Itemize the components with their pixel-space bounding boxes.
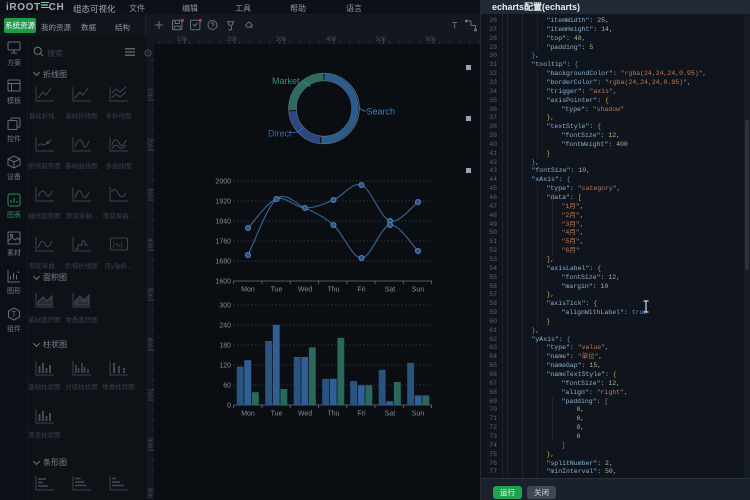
- svg-text:Thu: Thu: [327, 287, 339, 294]
- svg-text:1920: 1920: [215, 199, 231, 206]
- svg-text:300: 300: [276, 37, 287, 43]
- svg-text:T: T: [12, 310, 17, 319]
- svg-text:800: 800: [146, 438, 152, 449]
- svg-text:Search: Search: [367, 107, 396, 117]
- svg-text:Mon: Mon: [241, 411, 255, 418]
- svg-text:Sat: Sat: [385, 411, 396, 418]
- svg-text:Thu: Thu: [327, 411, 339, 418]
- svg-text:200: 200: [146, 138, 152, 149]
- svg-text:Sat: Sat: [385, 287, 396, 294]
- svg-text:Wed: Wed: [298, 287, 312, 294]
- svg-text:400: 400: [326, 37, 337, 43]
- svg-text:240: 240: [219, 323, 231, 330]
- svg-text:120: 120: [219, 363, 231, 370]
- svg-text:0: 0: [227, 403, 231, 410]
- svg-text:1600: 1600: [215, 279, 231, 286]
- svg-text:Fri: Fri: [357, 411, 366, 418]
- svg-text:200: 200: [227, 37, 238, 43]
- svg-text:Sun: Sun: [412, 287, 425, 294]
- svg-text:Wed: Wed: [298, 411, 312, 418]
- svg-text:500: 500: [146, 288, 152, 299]
- svg-text:T: T: [452, 21, 458, 31]
- svg-text:900: 900: [146, 488, 152, 499]
- svg-text:100: 100: [146, 88, 152, 99]
- svg-text:100: 100: [177, 37, 188, 43]
- svg-text:500: 500: [376, 37, 387, 43]
- svg-text:Direct: Direct: [268, 129, 292, 139]
- svg-text:400: 400: [146, 238, 152, 249]
- svg-text:1680: 1680: [215, 259, 231, 266]
- svg-text:600: 600: [426, 37, 437, 43]
- svg-text:|∿|: |∿|: [113, 242, 123, 249]
- svg-text:1760: 1760: [215, 239, 231, 246]
- svg-text:60: 60: [223, 383, 231, 390]
- svg-text:700: 700: [146, 388, 152, 399]
- svg-text:180: 180: [219, 343, 231, 350]
- svg-text:2000: 2000: [215, 179, 231, 186]
- svg-text:600: 600: [146, 338, 152, 349]
- svg-text:Tue: Tue: [271, 411, 283, 418]
- svg-text:300: 300: [219, 303, 231, 310]
- svg-text:Fri: Fri: [357, 287, 366, 294]
- svg-text:300: 300: [146, 188, 152, 199]
- svg-text:Mon: Mon: [241, 287, 255, 294]
- svg-text:Market: Market: [272, 76, 300, 86]
- svg-text:Tue: Tue: [271, 287, 283, 294]
- svg-text:Sun: Sun: [412, 411, 425, 418]
- svg-text:1840: 1840: [215, 219, 231, 226]
